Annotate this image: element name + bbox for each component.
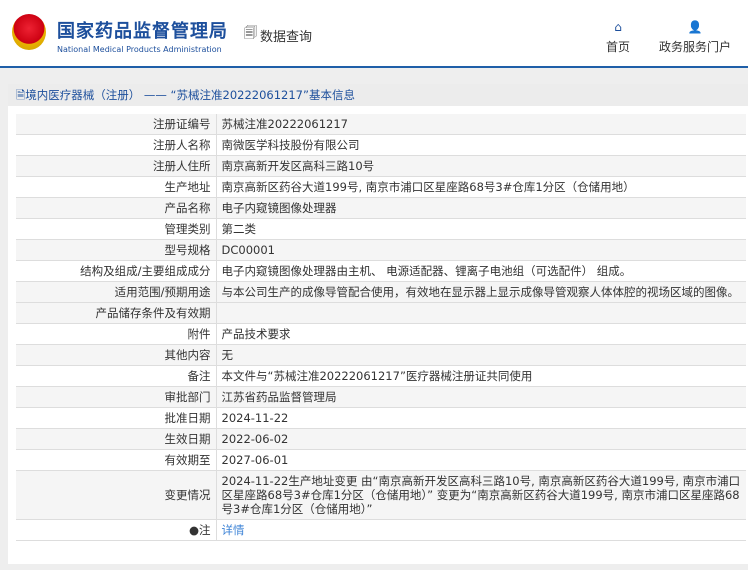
table-row: 审批部门 江苏省药品监督管理局 bbox=[16, 386, 746, 408]
field-label: 产品名称 bbox=[16, 197, 217, 219]
table-row: 注册人住所 南京高新开发区高科三路10号 bbox=[16, 155, 746, 177]
table-row: 生效日期 2022-06-02 bbox=[16, 428, 746, 450]
table-row: 产品储存条件及有效期 bbox=[16, 302, 746, 324]
field-label: 结构及组成/主要组成成分 bbox=[16, 260, 217, 282]
table-row: 变更情况 2024-11-22生产地址变更 由“南京高新开发区高科三路10号, 南… bbox=[16, 470, 746, 520]
field-value: 江苏省药品监督管理局 bbox=[216, 386, 746, 408]
info-panel: 🗎境内医疗器械（注册） —— “苏械注准20222061217”基本信息 注册证… bbox=[8, 84, 748, 564]
field-value: 电子内窥镜图像处理器由主机、 电源适配器、锂离子电池组（可选配件） 组成。 bbox=[216, 260, 746, 282]
field-value: 2027-06-01 bbox=[216, 449, 746, 471]
field-value: 与本公司生产的成像导管配合使用，有效地在显示器上显示成像导管观察人体体腔的视场区… bbox=[216, 281, 746, 303]
field-value: 南京高新区药谷大道199号, 南京市浦口区星座路68号3#仓库1分区（仓储用地） bbox=[216, 176, 746, 198]
details-link[interactable]: 详情 bbox=[222, 523, 245, 537]
field-label: 变更情况 bbox=[16, 470, 217, 520]
table-row: 备注 本文件与“苏械注准20222061217”医疗器械注册证共同使用 bbox=[16, 365, 746, 387]
table-row: 注册证编号 苏械注准20222061217 bbox=[16, 114, 746, 135]
panel-title: 🗎境内医疗器械（注册） —— “苏械注准20222061217”基本信息 bbox=[8, 84, 748, 106]
field-label: 附件 bbox=[16, 323, 217, 345]
field-label: 管理类别 bbox=[16, 218, 217, 240]
field-value: 第二类 bbox=[216, 218, 746, 240]
field-value: 产品技术要求 bbox=[216, 323, 746, 345]
field-label: ●注 bbox=[16, 519, 217, 541]
table-row: 结构及组成/主要组成成分 电子内窥镜图像处理器由主机、 电源适配器、锂离子电池组（… bbox=[16, 260, 746, 282]
field-value: 电子内窥镜图像处理器 bbox=[216, 197, 746, 219]
field-value bbox=[216, 302, 746, 324]
nav-home[interactable]: ⌂ 首页 bbox=[606, 20, 630, 55]
note-label: 注 bbox=[199, 523, 211, 537]
table-row: 有效期至 2027-06-01 bbox=[16, 449, 746, 471]
field-value: 2024-11-22生产地址变更 由“南京高新开发区高科三路10号, 南京高新区… bbox=[216, 470, 746, 520]
field-value: 2022-06-02 bbox=[216, 428, 746, 450]
table-row: 适用范围/预期用途 与本公司生产的成像导管配合使用，有效地在显示器上显示成像导管观… bbox=[16, 281, 746, 303]
field-label: 注册人住所 bbox=[16, 155, 217, 177]
nav-home-label: 首页 bbox=[606, 40, 631, 54]
field-value: 本文件与“苏械注准20222061217”医疗器械注册证共同使用 bbox=[216, 365, 746, 387]
table-row: 产品名称 电子内窥镜图像处理器 bbox=[16, 197, 746, 219]
panel-title-text: 境内医疗器械（注册） —— “苏械注准20222061217”基本信息 bbox=[25, 88, 355, 102]
table-row: 型号规格 DC00001 bbox=[16, 239, 746, 261]
field-label: 注册人名称 bbox=[16, 134, 217, 156]
field-value: DC00001 bbox=[216, 239, 746, 261]
field-label: 审批部门 bbox=[16, 386, 217, 408]
field-value: 无 bbox=[216, 344, 746, 366]
field-label: 产品储存条件及有效期 bbox=[16, 302, 217, 324]
data-query[interactable]: 🗐 数据查询 bbox=[244, 24, 312, 46]
field-label: 适用范围/预期用途 bbox=[16, 281, 217, 303]
table-row: 批准日期 2024-11-22 bbox=[16, 407, 746, 429]
field-value: 苏械注准20222061217 bbox=[216, 114, 746, 135]
data-query-label: 数据查询 bbox=[260, 29, 313, 45]
nav-portal-label: 政务服务门户 bbox=[659, 40, 732, 54]
table-row: 注册人名称 南微医学科技股份有限公司 bbox=[16, 134, 746, 156]
field-label: 生产地址 bbox=[16, 176, 217, 198]
field-label: 生效日期 bbox=[16, 428, 217, 450]
table-row: 其他内容无 bbox=[16, 344, 746, 366]
table-row-note: ●注 详情 bbox=[16, 519, 746, 541]
field-value: 南微医学科技股份有限公司 bbox=[216, 134, 746, 156]
emblem-logo bbox=[12, 14, 46, 50]
info-table: 注册证编号 苏械注准20222061217 注册人名称 南微医学科技股份有限公司 注册人… bbox=[16, 114, 746, 541]
table-row: 管理类别 第二类 bbox=[16, 218, 746, 240]
field-label: 型号规格 bbox=[16, 239, 217, 261]
field-label: 备注 bbox=[16, 365, 217, 387]
site-header: 国家药品监督管理局 National Medical Products Admi… bbox=[0, 0, 748, 68]
brand[interactable]: 国家药品监督管理局 National Medical Products Admi… bbox=[57, 17, 228, 54]
pin-icon: ● bbox=[188, 523, 199, 537]
field-label: 注册证编号 bbox=[16, 114, 217, 135]
field-label: 有效期至 bbox=[16, 449, 217, 471]
home-icon: ⌂ bbox=[614, 20, 622, 34]
site-subtitle: National Medical Products Administration bbox=[57, 45, 222, 54]
field-value: 2024-11-22 bbox=[216, 407, 746, 429]
field-label: 其他内容 bbox=[16, 344, 217, 366]
nav-service-portal[interactable]: 👤 政务服务门户 bbox=[659, 20, 731, 55]
user-icon: 👤 bbox=[687, 20, 703, 34]
site-title: 国家药品监督管理局 bbox=[57, 21, 228, 42]
search-document-icon: 🗐 bbox=[244, 26, 257, 41]
table-row: 附件 产品技术要求 bbox=[16, 323, 746, 345]
field-value: 南京高新开发区高科三路10号 bbox=[216, 155, 746, 177]
field-label: 批准日期 bbox=[16, 407, 217, 429]
table-row: 生产地址 南京高新区药谷大道199号, 南京市浦口区星座路68号3#仓库1分区（仓… bbox=[16, 176, 746, 198]
